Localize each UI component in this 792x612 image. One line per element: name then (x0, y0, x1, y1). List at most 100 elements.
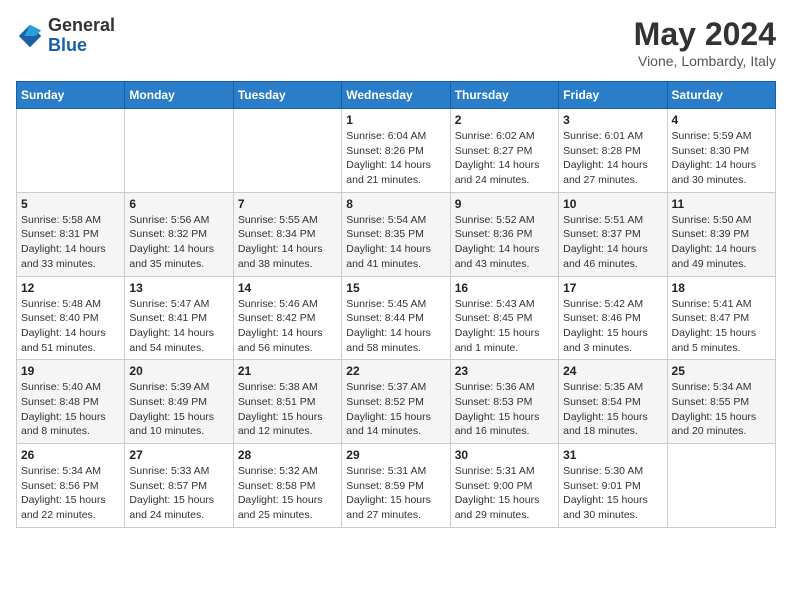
day-info: Sunrise: 5:35 AM Sunset: 8:54 PM Dayligh… (563, 380, 662, 439)
day-info: Sunrise: 5:48 AM Sunset: 8:40 PM Dayligh… (21, 297, 120, 356)
day-of-week-header: Friday (559, 82, 667, 109)
day-of-week-header: Thursday (450, 82, 558, 109)
location: Vione, Lombardy, Italy (634, 53, 776, 69)
day-number: 6 (129, 197, 228, 211)
day-info: Sunrise: 5:51 AM Sunset: 8:37 PM Dayligh… (563, 213, 662, 272)
day-number: 7 (238, 197, 337, 211)
day-info: Sunrise: 5:59 AM Sunset: 8:30 PM Dayligh… (672, 129, 771, 188)
day-number: 21 (238, 364, 337, 378)
day-info: Sunrise: 5:34 AM Sunset: 8:55 PM Dayligh… (672, 380, 771, 439)
calendar-cell (667, 444, 775, 528)
day-number: 13 (129, 281, 228, 295)
day-info: Sunrise: 6:01 AM Sunset: 8:28 PM Dayligh… (563, 129, 662, 188)
day-info: Sunrise: 5:54 AM Sunset: 8:35 PM Dayligh… (346, 213, 445, 272)
day-info: Sunrise: 6:02 AM Sunset: 8:27 PM Dayligh… (455, 129, 554, 188)
calendar-cell: 27 Sunrise: 5:33 AM Sunset: 8:57 PM Dayli… (125, 444, 233, 528)
calendar-cell: 11 Sunrise: 5:50 AM Sunset: 8:39 PM Dayli… (667, 192, 775, 276)
day-info: Sunrise: 5:58 AM Sunset: 8:31 PM Dayligh… (21, 213, 120, 272)
calendar-cell: 1Sunrise: 6:04 AM Sunset: 8:26 PM Daylig… (342, 109, 450, 193)
logo-blue: Blue (48, 35, 87, 55)
day-info: Sunrise: 5:41 AM Sunset: 8:47 PM Dayligh… (672, 297, 771, 356)
day-number: 16 (455, 281, 554, 295)
day-number: 20 (129, 364, 228, 378)
day-number: 15 (346, 281, 445, 295)
day-number: 8 (346, 197, 445, 211)
day-number: 5 (21, 197, 120, 211)
day-number: 25 (672, 364, 771, 378)
calendar-cell (233, 109, 341, 193)
calendar-cell: 4 Sunrise: 5:59 AM Sunset: 8:30 PM Daylig… (667, 109, 775, 193)
calendar-cell: 18 Sunrise: 5:41 AM Sunset: 8:47 PM Dayli… (667, 276, 775, 360)
day-info: Sunrise: 5:45 AM Sunset: 8:44 PM Dayligh… (346, 297, 445, 356)
day-number: 9 (455, 197, 554, 211)
day-number: 19 (21, 364, 120, 378)
day-number: 30 (455, 448, 554, 462)
day-number: 23 (455, 364, 554, 378)
calendar-cell: 12Sunrise: 5:48 AM Sunset: 8:40 PM Dayli… (17, 276, 125, 360)
logo-general: General (48, 15, 115, 35)
calendar-cell: 23 Sunrise: 5:36 AM Sunset: 8:53 PM Dayli… (450, 360, 558, 444)
day-of-week-header: Saturday (667, 82, 775, 109)
day-number: 17 (563, 281, 662, 295)
calendar-cell: 30 Sunrise: 5:31 AM Sunset: 9:00 PM Dayli… (450, 444, 558, 528)
calendar-cell: 7 Sunrise: 5:55 AM Sunset: 8:34 PM Daylig… (233, 192, 341, 276)
calendar-cell: 8 Sunrise: 5:54 AM Sunset: 8:35 PM Daylig… (342, 192, 450, 276)
calendar-header-row: SundayMondayTuesdayWednesdayThursdayFrid… (17, 82, 776, 109)
day-number: 11 (672, 197, 771, 211)
calendar-cell: 26Sunrise: 5:34 AM Sunset: 8:56 PM Dayli… (17, 444, 125, 528)
day-number: 18 (672, 281, 771, 295)
calendar-cell: 2Sunrise: 6:02 AM Sunset: 8:27 PM Daylig… (450, 109, 558, 193)
calendar-week-row: 19 Sunrise: 5:40 AM Sunset: 8:48 PM Dayli… (17, 360, 776, 444)
day-info: Sunrise: 5:39 AM Sunset: 8:49 PM Dayligh… (129, 380, 228, 439)
day-info: Sunrise: 5:42 AM Sunset: 8:46 PM Dayligh… (563, 297, 662, 356)
calendar-week-row: 5 Sunrise: 5:58 AM Sunset: 8:31 PM Daylig… (17, 192, 776, 276)
day-number: 14 (238, 281, 337, 295)
calendar-cell: 31 Sunrise: 5:30 AM Sunset: 9:01 PM Dayli… (559, 444, 667, 528)
day-number: 29 (346, 448, 445, 462)
calendar-cell (17, 109, 125, 193)
day-of-week-header: Monday (125, 82, 233, 109)
month-title: May 2024 (634, 16, 776, 53)
day-of-week-header: Tuesday (233, 82, 341, 109)
calendar-cell: 21 Sunrise: 5:38 AM Sunset: 8:51 PM Dayli… (233, 360, 341, 444)
day-number: 4 (672, 113, 771, 127)
day-info: Sunrise: 5:55 AM Sunset: 8:34 PM Dayligh… (238, 213, 337, 272)
calendar-cell: 15 Sunrise: 5:45 AM Sunset: 8:44 PM Dayli… (342, 276, 450, 360)
day-of-week-header: Sunday (17, 82, 125, 109)
day-info: Sunrise: 5:50 AM Sunset: 8:39 PM Dayligh… (672, 213, 771, 272)
day-info: Sunrise: 5:31 AM Sunset: 9:00 PM Dayligh… (455, 464, 554, 523)
day-number: 26 (21, 448, 120, 462)
calendar-cell: 14 Sunrise: 5:46 AM Sunset: 8:42 PM Dayli… (233, 276, 341, 360)
calendar-cell: 19 Sunrise: 5:40 AM Sunset: 8:48 PM Dayli… (17, 360, 125, 444)
calendar-cell (125, 109, 233, 193)
day-number: 1 (346, 113, 445, 127)
day-of-week-header: Wednesday (342, 82, 450, 109)
logo-text: General Blue (48, 16, 115, 56)
day-info: Sunrise: 5:36 AM Sunset: 8:53 PM Dayligh… (455, 380, 554, 439)
day-number: 24 (563, 364, 662, 378)
day-number: 28 (238, 448, 337, 462)
day-info: Sunrise: 5:56 AM Sunset: 8:32 PM Dayligh… (129, 213, 228, 272)
day-info: Sunrise: 5:30 AM Sunset: 9:01 PM Dayligh… (563, 464, 662, 523)
day-number: 10 (563, 197, 662, 211)
calendar-cell: 25 Sunrise: 5:34 AM Sunset: 8:55 PM Dayli… (667, 360, 775, 444)
calendar: SundayMondayTuesdayWednesdayThursdayFrid… (16, 81, 776, 528)
day-number: 27 (129, 448, 228, 462)
calendar-cell: 24 Sunrise: 5:35 AM Sunset: 8:54 PM Dayli… (559, 360, 667, 444)
day-info: Sunrise: 5:46 AM Sunset: 8:42 PM Dayligh… (238, 297, 337, 356)
calendar-cell: 20 Sunrise: 5:39 AM Sunset: 8:49 PM Dayli… (125, 360, 233, 444)
day-number: 22 (346, 364, 445, 378)
calendar-cell: 22Sunrise: 5:37 AM Sunset: 8:52 PM Dayli… (342, 360, 450, 444)
day-number: 31 (563, 448, 662, 462)
logo: General Blue (16, 16, 115, 56)
calendar-cell: 10 Sunrise: 5:51 AM Sunset: 8:37 PM Dayli… (559, 192, 667, 276)
day-info: Sunrise: 5:40 AM Sunset: 8:48 PM Dayligh… (21, 380, 120, 439)
day-info: Sunrise: 5:43 AM Sunset: 8:45 PM Dayligh… (455, 297, 554, 356)
day-info: Sunrise: 5:38 AM Sunset: 8:51 PM Dayligh… (238, 380, 337, 439)
calendar-cell: 28Sunrise: 5:32 AM Sunset: 8:58 PM Dayli… (233, 444, 341, 528)
day-info: Sunrise: 5:33 AM Sunset: 8:57 PM Dayligh… (129, 464, 228, 523)
calendar-cell: 6 Sunrise: 5:56 AM Sunset: 8:32 PM Daylig… (125, 192, 233, 276)
day-info: Sunrise: 5:52 AM Sunset: 8:36 PM Dayligh… (455, 213, 554, 272)
calendar-cell: 29 Sunrise: 5:31 AM Sunset: 8:59 PM Dayli… (342, 444, 450, 528)
day-info: Sunrise: 5:31 AM Sunset: 8:59 PM Dayligh… (346, 464, 445, 523)
